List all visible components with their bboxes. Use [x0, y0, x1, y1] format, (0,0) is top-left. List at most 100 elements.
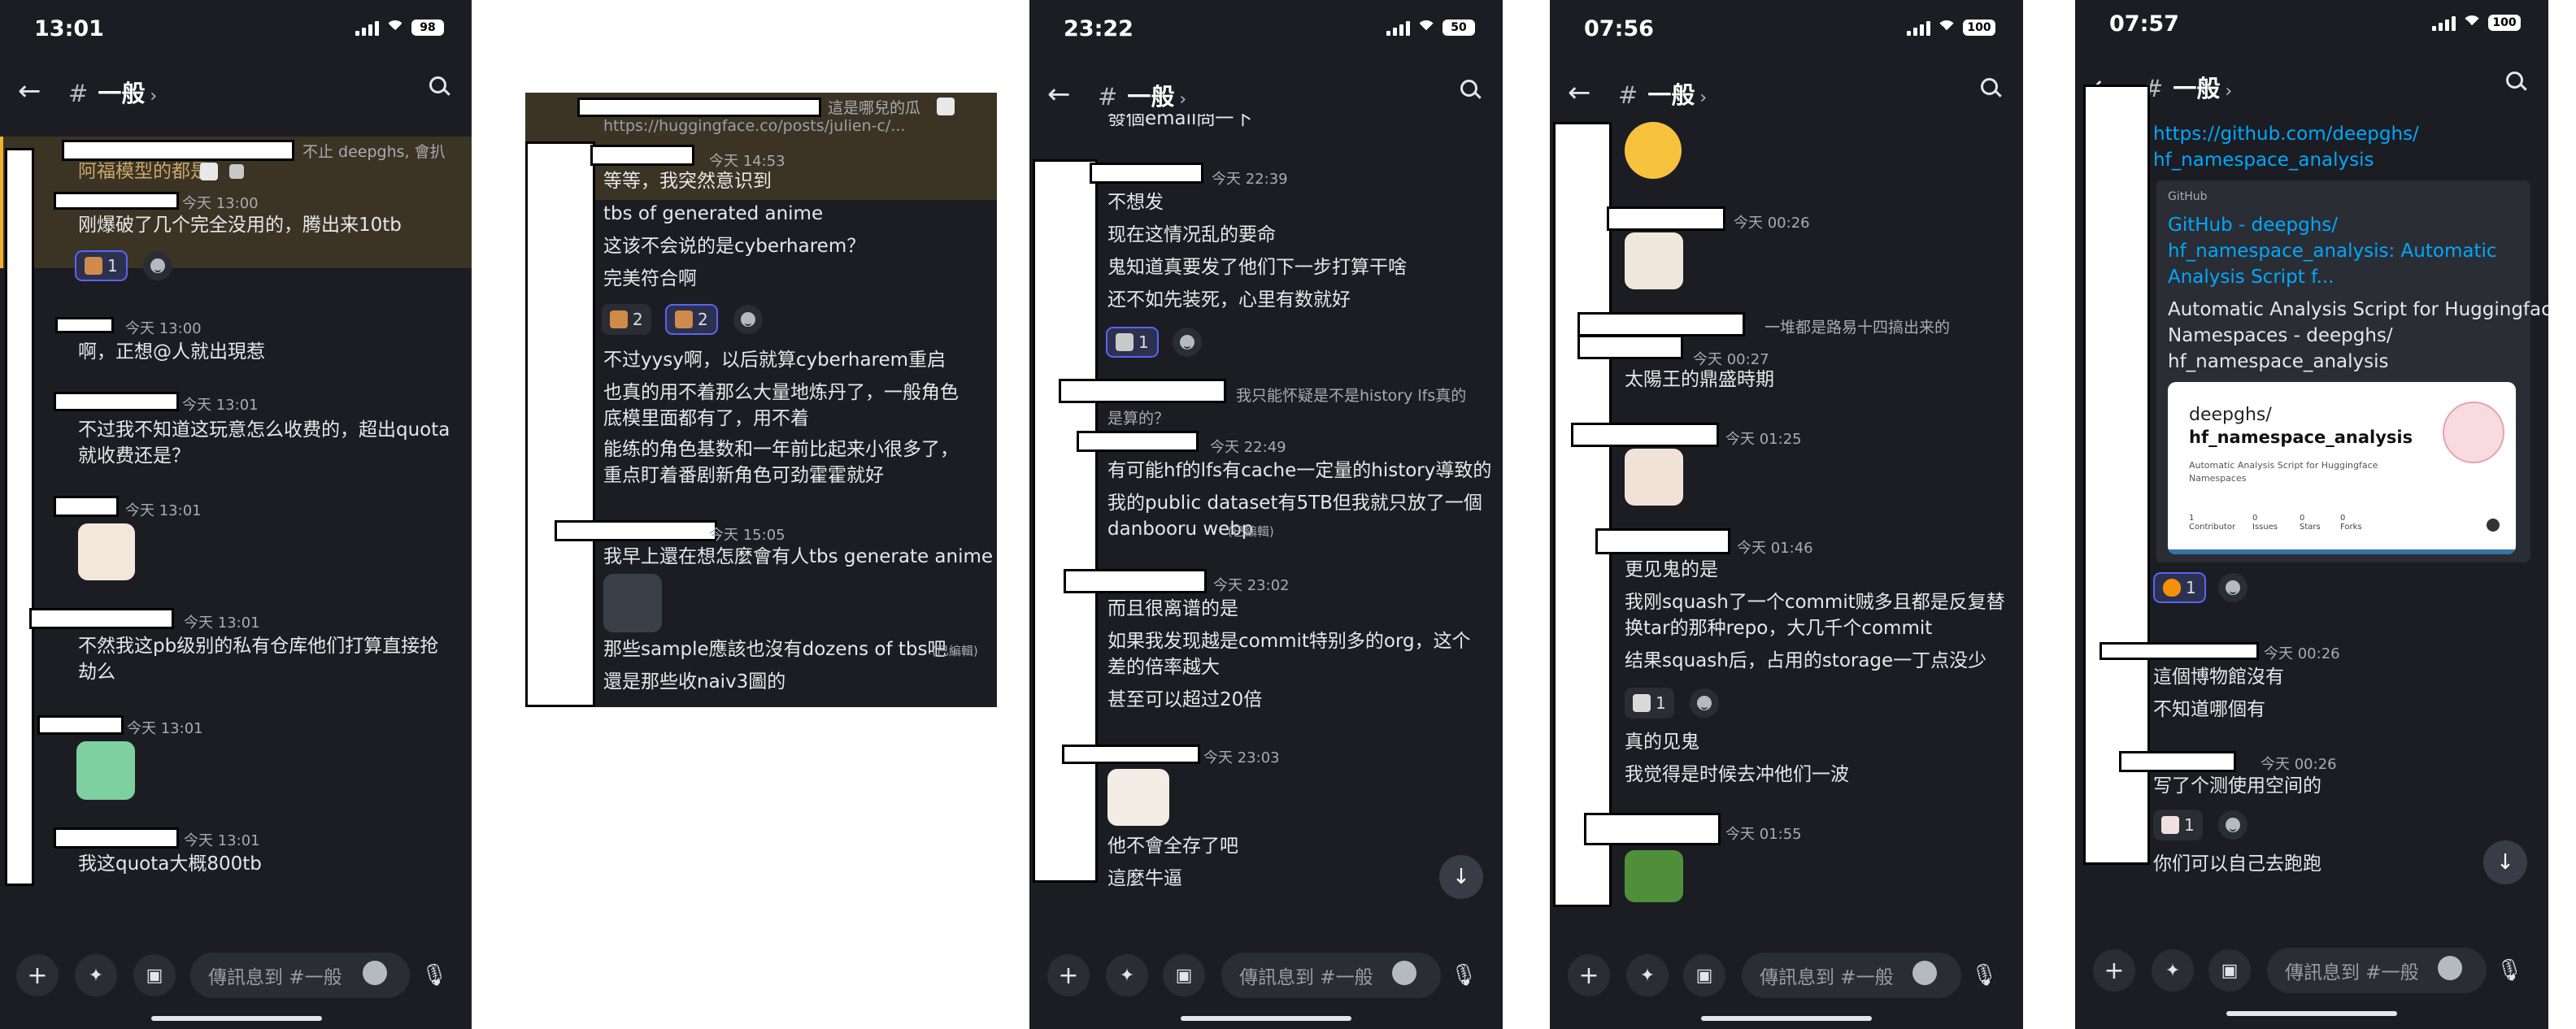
reaction-button[interactable]: 1	[2153, 810, 2203, 840]
add-reaction-icon[interactable]	[1173, 328, 1202, 357]
github-link[interactable]: hf_namespace_analysis	[2153, 148, 2374, 172]
home-indicator	[2226, 1011, 2397, 1016]
reply-preview[interactable]: 不止 deepghs, 會扒	[302, 140, 446, 162]
reaction-button[interactable]: 1	[1625, 688, 1674, 719]
message-text: 完美符合啊	[603, 268, 697, 289]
sticker-emoji	[603, 574, 662, 632]
emoji-picker-icon[interactable]	[1392, 961, 1416, 985]
redacted-username	[62, 140, 294, 161]
stat-count: 0	[2300, 514, 2305, 523]
github-link[interactable]: https://github.com/deepghs/	[2153, 122, 2419, 146]
scroll-down-icon[interactable]: ↓	[1439, 855, 1483, 899]
message-composer: + ✦ ▣ 傳訊息到 #一般 🎙	[0, 948, 472, 1005]
search-icon[interactable]	[1459, 78, 1482, 101]
embed-title[interactable]: GitHub - deepghs/	[2168, 213, 2338, 237]
message-text: 不然我这pb级别的私有仓库他们打算直接抢	[78, 636, 439, 657]
channel-title[interactable]: # 一般 ›	[2143, 70, 2232, 104]
add-reaction-icon[interactable]	[2218, 810, 2247, 840]
sticker-emoji	[1625, 232, 1683, 289]
message-text: 我的public dataset有5TB但我就只放了一個	[1107, 493, 1482, 514]
add-reaction-icon[interactable]	[1690, 688, 1719, 718]
add-reaction-icon[interactable]	[2218, 573, 2247, 602]
channel-title[interactable]: # 一般 ›	[1618, 76, 1707, 111]
microphone-icon[interactable]: 🎙	[1444, 956, 1483, 995]
message-text: 这该不会说的是cyberharem？	[603, 236, 866, 257]
apps-icon[interactable]: ✦	[2152, 949, 2194, 992]
reply-preview[interactable]: 我只能怀疑是不是history lfs真的	[1236, 384, 1466, 406]
reaction-button[interactable]: 1	[75, 250, 128, 281]
message-text: 现在这情况乱的要命	[1107, 224, 1276, 245]
reply-preview[interactable]: 一堆都是路易十四搞出来的	[1764, 315, 1950, 337]
gift-icon[interactable]: ▣	[1683, 954, 1725, 996]
embed-title[interactable]: hf_namespace_analysis: Automatic	[2168, 239, 2497, 263]
embed-image-card[interactable]: deepghs/ hf_namespace_analysis Automatic…	[2168, 382, 2516, 554]
channel-name: 一般	[1127, 83, 1175, 111]
emoji-picker-icon[interactable]	[2438, 956, 2462, 980]
embed-site: GitHub	[2168, 190, 2208, 203]
apps-icon[interactable]: ✦	[1106, 954, 1148, 996]
card-stat: 0 Issues	[2252, 514, 2278, 532]
wifi-icon	[385, 20, 405, 35]
apps-icon[interactable]: ✦	[75, 954, 117, 996]
reaction-emoji-icon	[610, 310, 628, 328]
microphone-icon[interactable]: 🎙	[2490, 951, 2529, 990]
message-text: 甚至可以超过20倍	[1107, 689, 1263, 710]
search-icon[interactable]	[1979, 76, 2002, 99]
redacted-username	[29, 608, 174, 629]
link-preview[interactable]: https://huggingface.co/posts/julien-c/..…	[603, 117, 905, 135]
clock: 13:01	[34, 16, 104, 41]
wifi-icon	[1937, 20, 1956, 35]
stat-label: Contributor	[2189, 523, 2236, 532]
plus-icon[interactable]: +	[1047, 954, 1090, 996]
message-composer: + ✦ ▣ 傳訊息到 #一般 🎙	[1550, 948, 2023, 1005]
timestamp: 今天 22:49	[1210, 439, 1286, 456]
add-reaction-icon[interactable]	[143, 251, 172, 280]
reaction-button[interactable]: 2	[602, 304, 651, 335]
back-arrow-icon[interactable]: ←	[1047, 78, 1071, 111]
gift-icon[interactable]: ▣	[1163, 954, 1205, 996]
plus-icon[interactable]: +	[1568, 954, 1610, 996]
reaction-button[interactable]: 2	[665, 304, 718, 335]
reaction-count: 1	[2186, 578, 2196, 597]
channel-title[interactable]: # 一般 ›	[1098, 78, 1186, 112]
message-text: 這個博物館沒有	[2153, 666, 2284, 688]
gift-icon[interactable]: ▣	[133, 954, 176, 996]
timestamp: 今天 01:25	[1725, 431, 1802, 448]
emoji-picker-icon[interactable]	[363, 961, 387, 985]
channel-header: ← #一般›	[1550, 65, 2023, 120]
stat-label: Forks	[2340, 523, 2362, 532]
reply-preview[interactable]: 是算的？	[1107, 406, 1169, 428]
scroll-down-icon[interactable]: ↓	[2483, 840, 2527, 884]
emoji-picker-icon[interactable]	[1912, 961, 1937, 985]
channel-title[interactable]: # 一般 ›	[68, 75, 157, 109]
chat-screenshot-2: 這是哪兒的瓜 https://huggingface.co/posts/juli…	[525, 93, 997, 707]
redacted-avatar-column	[1033, 159, 1098, 883]
message-text: 阿福模型的都是	[78, 161, 209, 182]
search-icon[interactable]	[428, 75, 450, 98]
add-reaction-icon[interactable]	[733, 305, 763, 334]
back-arrow-icon[interactable]: ←	[1568, 76, 1591, 109]
plus-icon[interactable]: +	[16, 954, 59, 996]
reply-preview[interactable]: 這是哪兒的瓜	[828, 96, 920, 118]
card-description: Namespaces	[2189, 473, 2247, 484]
microphone-icon[interactable]: 🎙	[415, 956, 454, 995]
message-text: 如果我发现越是commit特别多的org，这个	[1107, 631, 1471, 652]
apps-icon[interactable]: ✦	[1626, 954, 1669, 996]
search-icon[interactable]	[2504, 70, 2527, 93]
sticker-emoji	[1625, 449, 1683, 506]
message-text: 有可能hf的lfs有cache一定量的history導致的	[1107, 460, 1492, 481]
wifi-icon	[1416, 20, 1436, 35]
embed-title[interactable]: Analysis Script f...	[2168, 265, 2334, 289]
channel-name: 一般	[2173, 75, 2221, 102]
reaction-button[interactable]: 1	[2153, 572, 2206, 603]
back-arrow-icon[interactable]: ←	[18, 75, 41, 107]
redacted-username	[1571, 423, 1719, 447]
reaction-button[interactable]: 1	[1106, 327, 1159, 358]
stat-count: 1	[2189, 514, 2195, 523]
reaction-emoji-icon	[2161, 816, 2179, 834]
microphone-icon[interactable]: 🎙	[1965, 956, 2004, 995]
plus-icon[interactable]: +	[2093, 949, 2135, 992]
message-text: 他不會全存了吧	[1107, 836, 1238, 857]
gift-icon[interactable]: ▣	[2208, 949, 2251, 992]
timestamp: 今天 13:00	[125, 320, 202, 337]
